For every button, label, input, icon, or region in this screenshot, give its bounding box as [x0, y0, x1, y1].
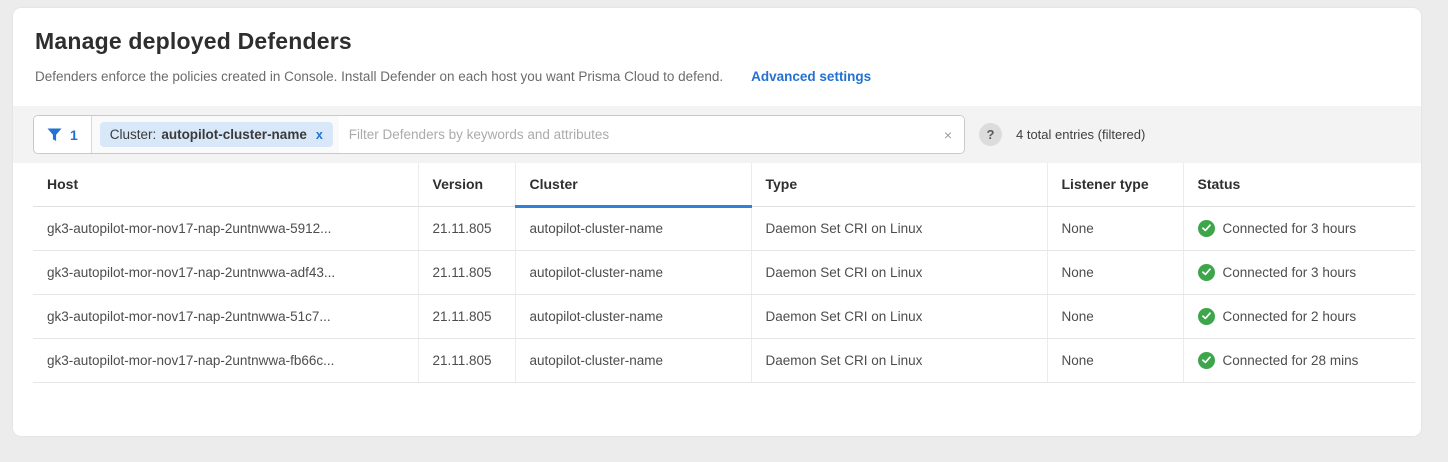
table-row: gk3-autopilot-mor-nov17-nap-2untnwwa-591… — [33, 206, 1415, 250]
type-cell: Daemon Set CRI on Linux — [751, 250, 1047, 294]
filter-chip-zone: Cluster: autopilot-cluster-name x — [92, 116, 339, 153]
clear-filter-icon[interactable]: × — [944, 128, 952, 142]
column-header-cluster[interactable]: Cluster — [515, 163, 751, 206]
page-header: Manage deployed Defenders Defenders enfo… — [13, 8, 1421, 84]
cluster-cell: autopilot-cluster-name — [515, 206, 751, 250]
page-subtitle: Defenders enforce the policies created i… — [35, 69, 723, 84]
host-cell: gk3-autopilot-mor-nov17-nap-2untnwwa-fb6… — [33, 338, 418, 382]
funnel-icon — [47, 128, 62, 142]
entries-summary: 4 total entries (filtered) — [1016, 127, 1145, 142]
version-cell: 21.11.805 — [418, 294, 515, 338]
table-row: gk3-autopilot-mor-nov17-nap-2untnwwa-adf… — [33, 250, 1415, 294]
version-cell: 21.11.805 — [418, 250, 515, 294]
subtitle-row: Defenders enforce the policies created i… — [35, 69, 1399, 84]
help-icon[interactable]: ? — [979, 123, 1002, 146]
advanced-settings-link[interactable]: Advanced settings — [751, 69, 871, 84]
filter-count-button[interactable]: 1 — [34, 116, 92, 153]
cluster-filter-chip[interactable]: Cluster: autopilot-cluster-name x — [100, 122, 333, 147]
status-text: Connected for 3 hours — [1223, 221, 1357, 236]
status-cell: Connected for 3 hours — [1183, 250, 1415, 294]
status-text: Connected for 2 hours — [1223, 309, 1357, 324]
table-row: gk3-autopilot-mor-nov17-nap-2untnwwa-51c… — [33, 294, 1415, 338]
filter-search-input[interactable] — [339, 116, 964, 153]
status-text: Connected for 28 mins — [1223, 353, 1359, 368]
check-circle-icon — [1198, 352, 1215, 369]
chip-value: autopilot-cluster-name — [161, 127, 307, 142]
type-cell: Daemon Set CRI on Linux — [751, 338, 1047, 382]
check-circle-icon — [1198, 264, 1215, 281]
host-cell: gk3-autopilot-mor-nov17-nap-2untnwwa-591… — [33, 206, 418, 250]
status-text: Connected for 3 hours — [1223, 265, 1357, 280]
manage-defenders-panel: Manage deployed Defenders Defenders enfo… — [13, 8, 1421, 436]
host-cell: gk3-autopilot-mor-nov17-nap-2untnwwa-51c… — [33, 294, 418, 338]
status-cell: Connected for 28 mins — [1183, 338, 1415, 382]
status-cell: Connected for 3 hours — [1183, 206, 1415, 250]
cluster-cell: autopilot-cluster-name — [515, 250, 751, 294]
page-title: Manage deployed Defenders — [35, 28, 1399, 55]
version-cell: 21.11.805 — [418, 338, 515, 382]
column-header-version[interactable]: Version — [418, 163, 515, 206]
filter-control: 1 Cluster: autopilot-cluster-name x × — [33, 115, 965, 154]
column-header-host[interactable]: Host — [33, 163, 418, 206]
defenders-table-container: Host Version Cluster Type Listener type … — [13, 163, 1421, 383]
table-header-row: Host Version Cluster Type Listener type … — [33, 163, 1415, 206]
status-cell: Connected for 2 hours — [1183, 294, 1415, 338]
chip-remove-icon[interactable]: x — [316, 128, 323, 142]
version-cell: 21.11.805 — [418, 206, 515, 250]
host-cell: gk3-autopilot-mor-nov17-nap-2untnwwa-adf… — [33, 250, 418, 294]
listener-type-cell: None — [1047, 250, 1183, 294]
active-filter-count: 1 — [70, 127, 78, 143]
defenders-table: Host Version Cluster Type Listener type … — [33, 163, 1415, 383]
chip-label: Cluster: — [110, 127, 157, 142]
listener-type-cell: None — [1047, 206, 1183, 250]
cluster-cell: autopilot-cluster-name — [515, 294, 751, 338]
filter-toolbar: 1 Cluster: autopilot-cluster-name x × ? … — [13, 106, 1421, 163]
listener-type-cell: None — [1047, 338, 1183, 382]
cluster-cell: autopilot-cluster-name — [515, 338, 751, 382]
listener-type-cell: None — [1047, 294, 1183, 338]
check-circle-icon — [1198, 308, 1215, 325]
column-header-listener-type[interactable]: Listener type — [1047, 163, 1183, 206]
type-cell: Daemon Set CRI on Linux — [751, 206, 1047, 250]
column-header-status[interactable]: Status — [1183, 163, 1415, 206]
type-cell: Daemon Set CRI on Linux — [751, 294, 1047, 338]
table-row: gk3-autopilot-mor-nov17-nap-2untnwwa-fb6… — [33, 338, 1415, 382]
check-circle-icon — [1198, 220, 1215, 237]
column-header-type[interactable]: Type — [751, 163, 1047, 206]
filter-input-wrap: × — [339, 116, 964, 153]
